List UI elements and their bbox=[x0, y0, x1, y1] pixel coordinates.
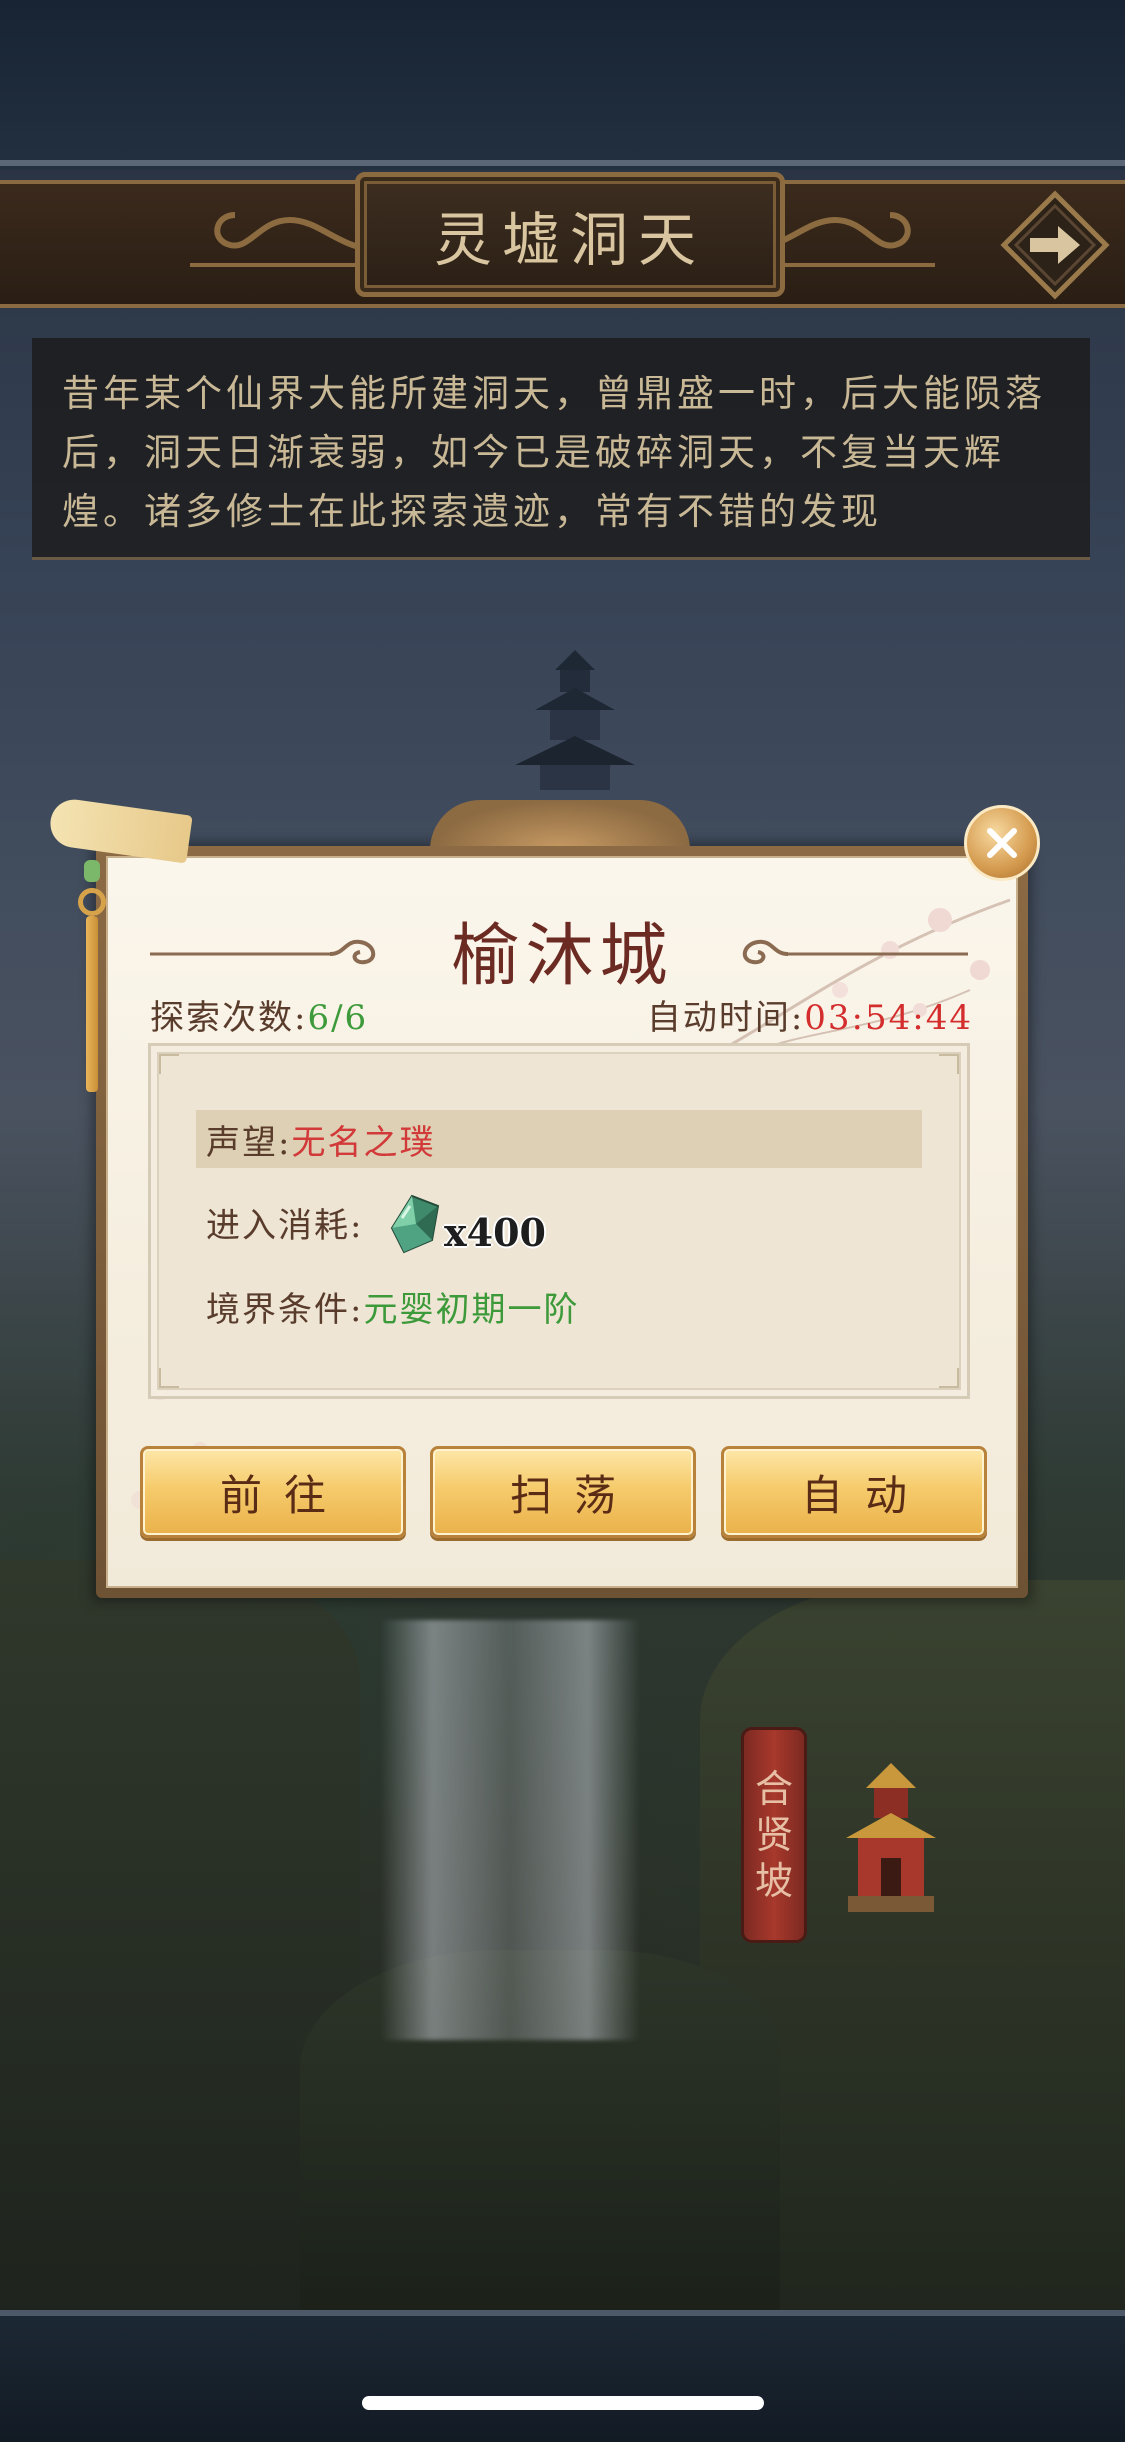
pagoda-illustration bbox=[515, 650, 635, 790]
next-arrow-icon[interactable] bbox=[1000, 190, 1110, 300]
explore-count: 探索次数:6/6 bbox=[150, 990, 368, 1039]
close-icon bbox=[987, 828, 1017, 858]
close-button[interactable] bbox=[964, 805, 1040, 881]
title-plaque: 灵墟洞天 bbox=[355, 172, 785, 297]
tassel-bead bbox=[84, 860, 100, 882]
bottom-bar bbox=[0, 2310, 1125, 2442]
location-description-box: 昔年某个仙界大能所建洞天，曾鼎盛一时，后大能陨落后，洞天日渐衰弱，如今已是破碎洞… bbox=[32, 338, 1090, 560]
signpost-char: 坡 bbox=[754, 1859, 793, 1903]
auto-time-value: 03:54:44 bbox=[804, 998, 973, 1038]
signpost-hexianpo[interactable]: 合 贤 坡 bbox=[744, 1730, 804, 1940]
realm-value: 元婴初期一阶 bbox=[363, 1290, 580, 1330]
sweep-button[interactable]: 扫荡 bbox=[430, 1446, 696, 1538]
explore-count-label: 探索次数: bbox=[150, 998, 308, 1038]
realm-label: 境界条件: bbox=[206, 1290, 364, 1330]
panel-corner bbox=[159, 1054, 179, 1074]
location-title: 灵墟洞天 bbox=[433, 205, 706, 274]
waterfall bbox=[380, 1620, 640, 2040]
auto-time: 自动时间:03:54:44 bbox=[647, 990, 973, 1039]
go-button[interactable]: 前往 bbox=[140, 1446, 406, 1538]
home-indicator[interactable] bbox=[362, 2396, 764, 2410]
explore-count-value: 6/6 bbox=[307, 998, 369, 1038]
reputation-label: 声望: bbox=[206, 1122, 292, 1163]
auto-time-label: 自动时间: bbox=[646, 998, 805, 1038]
reputation-row: 声望: 无名之璞 bbox=[196, 1110, 922, 1168]
entry-cost-quantity: x400 bbox=[444, 1210, 546, 1255]
entry-cost-row: 进入消耗: bbox=[206, 1198, 363, 1247]
dialog-top-ornament bbox=[430, 800, 690, 850]
city-name: 榆沐城 bbox=[451, 917, 674, 996]
top-bar bbox=[0, 0, 1125, 170]
panel-corner bbox=[159, 1368, 179, 1388]
top-divider bbox=[0, 160, 1125, 166]
panel-corner bbox=[939, 1368, 959, 1388]
auto-button[interactable]: 自动 bbox=[721, 1446, 987, 1538]
location-description: 昔年某个仙界大能所建洞天，曾鼎盛一时，后大能陨落后，洞天日渐衰弱，如今已是破碎洞… bbox=[62, 372, 1046, 533]
panel-corner bbox=[939, 1054, 959, 1074]
signpost-char: 合 bbox=[754, 1767, 793, 1811]
entry-cost-label: 进入消耗: bbox=[206, 1206, 364, 1246]
green-spirit-stone-icon[interactable] bbox=[382, 1188, 448, 1258]
signpost-char: 贤 bbox=[754, 1813, 793, 1857]
reputation-value: 无名之璞 bbox=[291, 1122, 436, 1163]
tower-building-icon[interactable] bbox=[836, 1758, 946, 1918]
realm-requirement-row: 境界条件:元婴初期一阶 bbox=[206, 1282, 579, 1331]
